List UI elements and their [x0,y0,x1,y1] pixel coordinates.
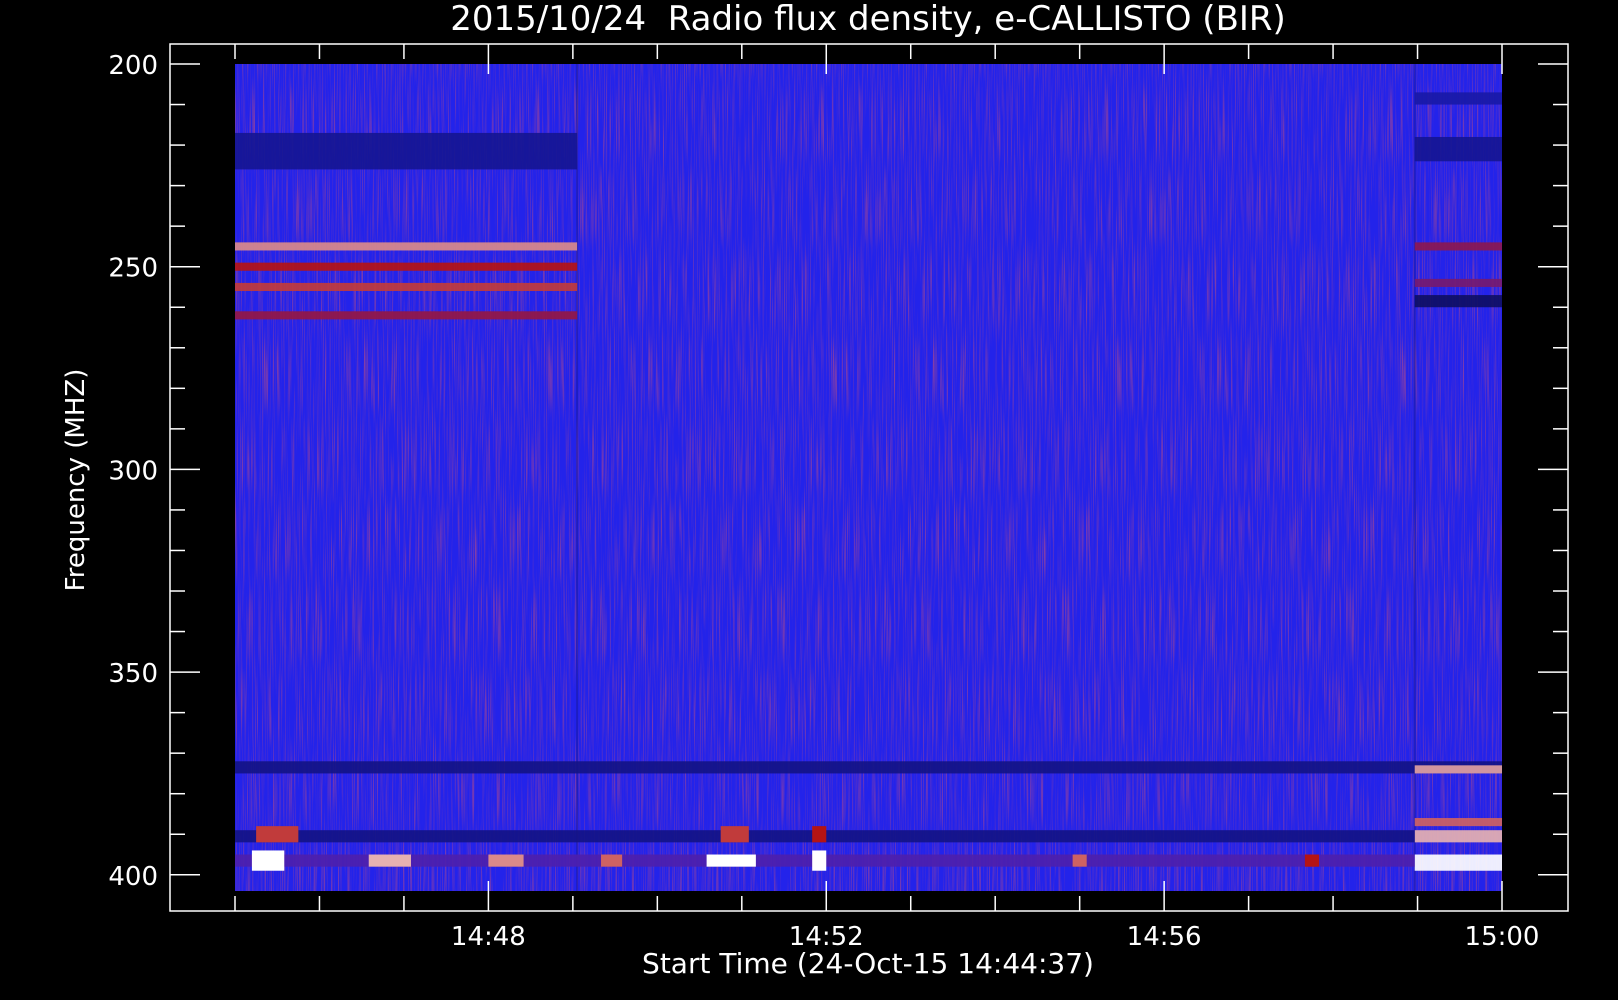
emission-burst [1304,854,1319,867]
emission-burst [812,850,827,871]
emission-burst [720,826,749,843]
emission-band [235,242,578,251]
y-tick-label: 250 [108,254,158,284]
spectrogram-figure: 2015/10/24 Radio flux density, e-CALLIST… [61,0,1569,980]
emission-burst [251,850,285,871]
emission-band [1414,765,1502,774]
y-tick-label: 350 [108,659,158,689]
emission-band [1414,242,1502,251]
emission-band [235,761,1502,774]
emission-burst [601,854,623,867]
emission-burst [368,854,411,867]
emission-band [1414,278,1502,287]
y-axis-label: Frequency (MHZ) [61,369,91,592]
x-tick-label: 14:56 [1127,922,1202,952]
x-axis-label: Start Time (24-Oct-15 14:44:37) [642,947,1094,980]
emission-burst [256,826,299,843]
emission-burst [706,854,756,867]
y-tick-label: 400 [108,862,158,892]
emission-band [1414,136,1502,162]
emission-band [235,282,578,292]
emission-band [1414,295,1502,308]
emission-burst [812,826,827,843]
y-tick-label: 300 [108,456,158,486]
plot-area [235,64,1502,891]
x-tick-label: 15:00 [1465,922,1540,952]
emission-band [235,262,578,271]
emission-band [1414,854,1502,871]
emission-band [235,132,578,170]
emission-band [1414,830,1502,843]
emission-burst [488,854,524,867]
emission-burst [1072,854,1087,867]
emission-band [235,311,578,320]
emission-band [1414,92,1502,105]
emission-band [1414,818,1502,827]
x-tick-label: 14:48 [451,922,526,952]
chart-title: 2015/10/24 Radio flux density, e-CALLIST… [450,0,1286,39]
y-tick-label: 200 [108,51,158,81]
